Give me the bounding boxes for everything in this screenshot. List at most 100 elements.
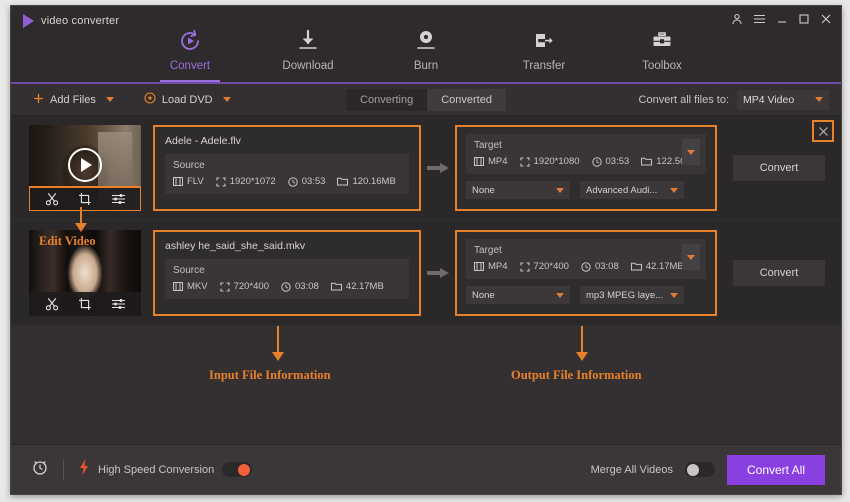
nav-item-convert[interactable]: Convert bbox=[148, 28, 232, 82]
chevron-down-icon bbox=[556, 292, 564, 298]
meta-size-value: 120.16MB bbox=[352, 176, 396, 187]
nav-label-burn: Burn bbox=[413, 60, 439, 72]
lightning-icon bbox=[78, 459, 90, 480]
window-controls bbox=[731, 13, 832, 25]
effect-icon[interactable] bbox=[111, 192, 126, 206]
source-info-panel: Adele - Adele.flv Source FLV 1920*1072 0… bbox=[153, 125, 421, 211]
add-files-dropdown-caret[interactable] bbox=[105, 97, 114, 102]
brand: video converter bbox=[23, 14, 119, 28]
input-annotation-arrowhead bbox=[272, 352, 284, 361]
meta-format-value: MP4 bbox=[488, 156, 508, 167]
nav-item-toolbox[interactable]: Toolbox bbox=[620, 28, 704, 76]
add-files-label: Add Files bbox=[50, 93, 96, 106]
meta-resolution-value: 1920*1080 bbox=[533, 156, 580, 167]
video-thumbnail[interactable] bbox=[29, 230, 141, 316]
convert-all-button[interactable]: Convert All bbox=[727, 454, 825, 485]
table-row: ashley he_said_she_said.mkv Source MKV 7… bbox=[11, 221, 841, 326]
play-icon bbox=[81, 157, 92, 172]
target-info-panel: Target MP4 1920*1080 03:53 122.50MB None… bbox=[455, 125, 717, 211]
file-name: ashley he_said_she_said.mkv bbox=[165, 240, 306, 252]
input-annotation-line bbox=[277, 326, 279, 352]
crop-icon[interactable] bbox=[78, 192, 92, 206]
subtitle-select-value: None bbox=[472, 184, 495, 196]
nav-label-download: Download bbox=[282, 60, 334, 72]
download-icon bbox=[297, 28, 319, 54]
chevron-down-icon bbox=[670, 292, 678, 298]
meta-format: FLV bbox=[173, 176, 204, 187]
main-nav: Convert Download Burn Transfer Toolbox bbox=[11, 28, 841, 82]
meta-format: MKV bbox=[173, 281, 208, 292]
target-label: Target bbox=[474, 245, 502, 256]
meta-format: MP4 bbox=[474, 156, 508, 167]
trim-icon[interactable] bbox=[45, 192, 59, 206]
nav-item-burn[interactable]: Burn bbox=[384, 28, 468, 76]
convert-all-to-select[interactable]: MP4 Video bbox=[737, 89, 829, 110]
load-dvd-button[interactable]: Load DVD bbox=[144, 92, 213, 107]
maximize-icon[interactable] bbox=[798, 13, 810, 25]
add-files-button[interactable]: Add Files bbox=[33, 93, 96, 107]
chevron-down-icon bbox=[556, 187, 564, 193]
convert-button[interactable]: Convert bbox=[733, 155, 825, 181]
subtitle-select[interactable]: None bbox=[466, 286, 570, 304]
burn-icon bbox=[415, 28, 437, 54]
target-format-dropdown-button[interactable] bbox=[682, 139, 700, 165]
footer-left: High Speed Conversion bbox=[31, 458, 253, 481]
file-list: Adele - Adele.flv Source FLV 1920*1072 0… bbox=[11, 116, 841, 326]
meta-duration: 03:53 bbox=[287, 176, 326, 187]
meta-size: 42.17MB bbox=[330, 281, 384, 292]
menu-icon[interactable] bbox=[753, 13, 766, 25]
alarm-clock-icon[interactable] bbox=[31, 458, 49, 481]
convert-cell: Convert bbox=[717, 155, 841, 181]
target-details: Target MP4 720*400 03:08 42.17MB bbox=[466, 239, 706, 279]
source-info-panel: ashley he_said_she_said.mkv Source MKV 7… bbox=[153, 230, 421, 316]
tab-converting[interactable]: Converting bbox=[346, 88, 428, 111]
meta-duration-value: 03:08 bbox=[295, 281, 319, 292]
toggle-knob bbox=[687, 463, 699, 476]
meta-duration-value: 03:08 bbox=[594, 261, 619, 272]
app-title: video converter bbox=[41, 15, 120, 27]
high-speed-conversion-group: High Speed Conversion bbox=[78, 459, 253, 480]
crop-icon[interactable] bbox=[78, 297, 92, 311]
nav-item-download[interactable]: Download bbox=[266, 28, 350, 76]
file-name: Adele - Adele.flv bbox=[165, 135, 241, 147]
convert-all-to-label: Convert all files to: bbox=[638, 93, 729, 106]
meta-format-value: MP4 bbox=[488, 261, 508, 272]
nav-item-transfer[interactable]: Transfer bbox=[502, 28, 586, 76]
target-format-dropdown-button[interactable] bbox=[682, 244, 700, 270]
meta-size-value: 42.17MB bbox=[645, 261, 684, 272]
target-label: Target bbox=[474, 140, 502, 151]
nav-label-toolbox: Toolbox bbox=[642, 60, 682, 72]
meta-duration-value: 03:53 bbox=[301, 176, 326, 187]
chevron-down-icon bbox=[815, 97, 823, 102]
meta-resolution-value: 720*400 bbox=[233, 281, 269, 292]
video-thumbnail[interactable] bbox=[29, 125, 141, 211]
load-dvd-label: Load DVD bbox=[161, 93, 213, 106]
convert-cell: Convert bbox=[717, 260, 841, 286]
source-meta: FLV 1920*1072 03:53 120.16MB bbox=[173, 176, 401, 187]
tab-converted[interactable]: Converted bbox=[427, 89, 506, 111]
target-meta: MP4 720*400 03:08 42.17MB bbox=[474, 261, 698, 272]
high-speed-conversion-toggle[interactable] bbox=[222, 462, 253, 477]
subtitle-select[interactable]: None bbox=[466, 181, 570, 199]
meta-size-value: 42.17MB bbox=[345, 281, 384, 292]
load-dvd-dropdown-caret[interactable] bbox=[222, 97, 231, 102]
trim-icon[interactable] bbox=[45, 297, 59, 311]
account-icon[interactable] bbox=[731, 13, 743, 25]
target-selects: None mp3 MPEG laye... bbox=[466, 286, 706, 304]
meta-format: MP4 bbox=[474, 261, 508, 272]
meta-resolution-value: 1920*1072 bbox=[229, 176, 276, 187]
convert-button[interactable]: Convert bbox=[733, 260, 825, 286]
merge-all-videos-toggle[interactable] bbox=[685, 462, 715, 477]
chevron-down-icon bbox=[687, 254, 695, 260]
subtitle-select-value: None bbox=[472, 289, 495, 301]
meta-size: 120.16MB bbox=[337, 176, 396, 187]
target-details: Target MP4 1920*1080 03:53 122.50MB bbox=[466, 134, 706, 174]
play-button[interactable] bbox=[68, 147, 102, 182]
minimize-icon[interactable] bbox=[776, 13, 788, 25]
close-icon[interactable] bbox=[820, 13, 832, 25]
application-window: video converter Convert Download Burn Tr… bbox=[10, 5, 842, 495]
toolbar: Add Files Load DVD Converting Converted … bbox=[11, 84, 841, 116]
audio-select[interactable]: mp3 MPEG laye... bbox=[580, 286, 684, 304]
effect-icon[interactable] bbox=[111, 297, 126, 311]
audio-select[interactable]: Advanced Audi... bbox=[580, 181, 684, 199]
